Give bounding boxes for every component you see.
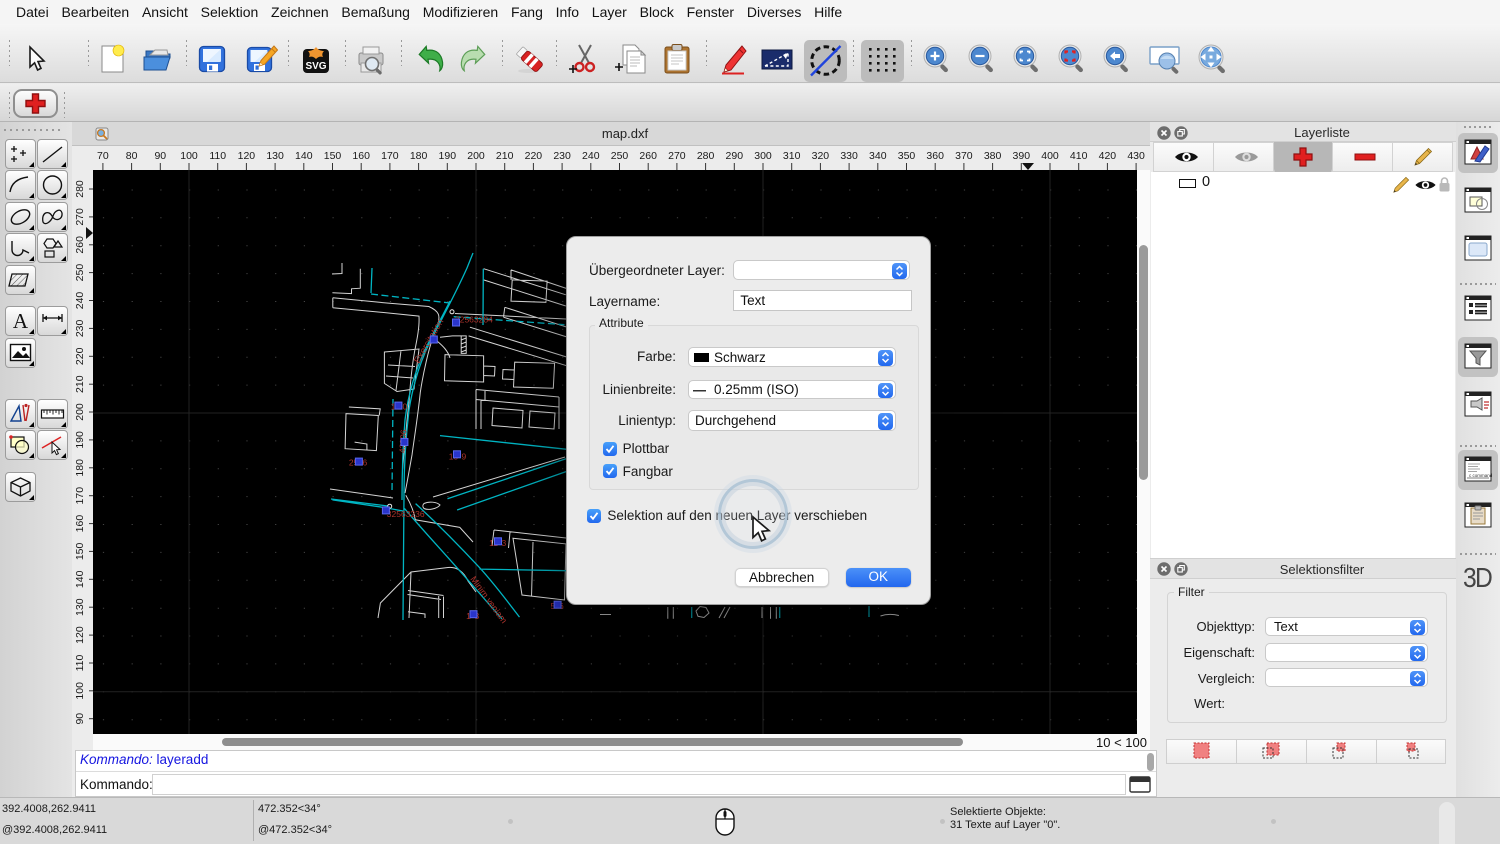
svg-text:140: 140 [74, 570, 86, 588]
svg-text:300: 300 [754, 150, 772, 162]
svg-text:250: 250 [611, 150, 629, 162]
svg-text:100: 100 [180, 150, 198, 162]
svg-text:140: 140 [295, 150, 313, 162]
svg-text:9: 9 [462, 452, 467, 462]
svg-text:240: 240 [582, 150, 600, 162]
svg-text:90: 90 [154, 150, 166, 162]
svg-text:A: A [13, 309, 29, 333]
svg-text:320: 320 [812, 150, 830, 162]
svg-text:130: 130 [266, 150, 284, 162]
svg-text:220: 220 [525, 150, 543, 162]
svg-text:270: 270 [668, 150, 686, 162]
svg-text:160: 160 [74, 515, 86, 533]
svg-text:190: 190 [439, 150, 457, 162]
svg-text:120: 120 [74, 626, 86, 644]
svg-text:32563284: 32563284 [455, 315, 493, 325]
svg-text:200: 200 [74, 403, 86, 421]
svg-text:390: 390 [1013, 150, 1031, 162]
svg-text:380: 380 [984, 150, 1002, 162]
svg-text:150: 150 [74, 542, 86, 560]
svg-text:290: 290 [726, 150, 744, 162]
svg-text:170: 170 [381, 150, 399, 162]
svg-text:c command: c command [1469, 473, 1493, 478]
svg-text:420: 420 [1099, 150, 1117, 162]
svg-text:180: 180 [74, 459, 86, 477]
svg-text:230: 230 [553, 150, 571, 162]
svg-text:310: 310 [783, 150, 801, 162]
svg-text:SVG: SVG [305, 61, 326, 72]
svg-text:370: 370 [955, 150, 973, 162]
svg-text:100: 100 [74, 682, 86, 700]
svg-text:90: 90 [74, 713, 86, 725]
svg-text:360: 360 [926, 150, 944, 162]
svg-text:350: 350 [898, 150, 916, 162]
svg-text:160: 160 [352, 150, 370, 162]
svg-text:280: 280 [74, 180, 86, 198]
svg-text:80: 80 [126, 150, 138, 162]
svg-text:340: 340 [869, 150, 887, 162]
svg-text:120: 120 [238, 150, 256, 162]
svg-text:0: 0 [403, 402, 408, 412]
svg-text:110: 110 [209, 150, 226, 162]
svg-text:220: 220 [74, 347, 86, 365]
svg-text:70: 70 [97, 150, 109, 162]
svg-text:330: 330 [840, 150, 858, 162]
svg-text:210: 210 [74, 375, 86, 393]
svg-text:410: 410 [1070, 150, 1088, 162]
svg-text:250: 250 [74, 264, 86, 282]
svg-text:280: 280 [697, 150, 715, 162]
svg-text:260: 260 [74, 236, 86, 254]
svg-text:110: 110 [74, 654, 86, 671]
svg-text:130: 130 [74, 598, 86, 616]
svg-text:240: 240 [74, 292, 86, 310]
svg-text:210: 210 [496, 150, 514, 162]
svg-text:230: 230 [74, 319, 86, 337]
svg-text:180: 180 [410, 150, 428, 162]
svg-text:430: 430 [1127, 150, 1145, 162]
svg-text:190: 190 [74, 431, 86, 449]
svg-text:150: 150 [324, 150, 342, 162]
svg-text:3: 3 [502, 538, 507, 548]
svg-text:6: 6 [363, 457, 368, 467]
svg-text:170: 170 [74, 487, 86, 505]
svg-text:260: 260 [639, 150, 657, 162]
svg-text:32563236: 32563236 [387, 509, 425, 519]
svg-text:270: 270 [74, 208, 86, 226]
svg-text:200: 200 [467, 150, 485, 162]
svg-text:400: 400 [1041, 150, 1059, 162]
